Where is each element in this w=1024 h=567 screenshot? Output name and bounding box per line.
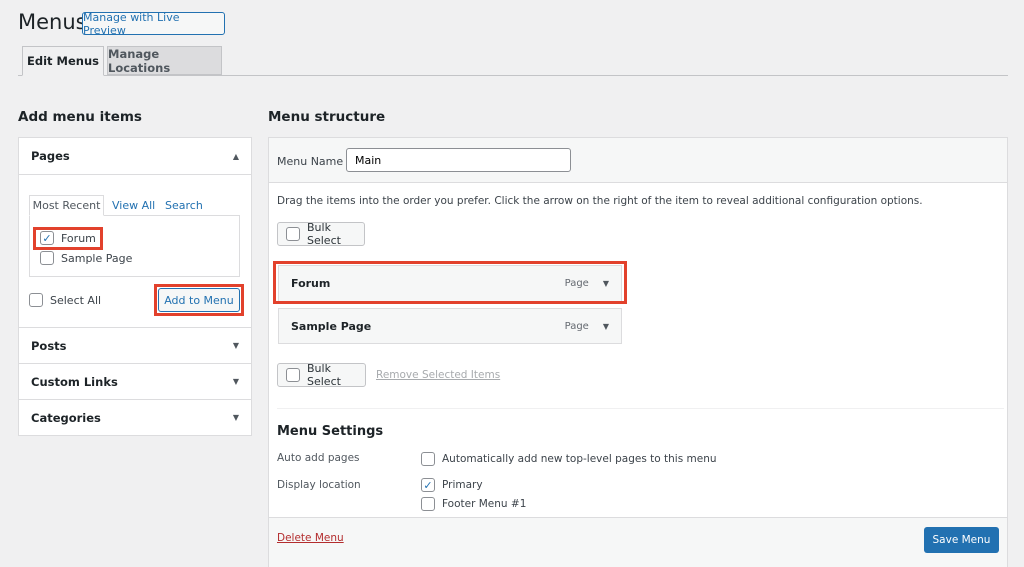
live-preview-button[interactable]: Manage with Live Preview [82, 11, 225, 37]
page-item-label: Sample Page [61, 251, 133, 265]
auto-add-text: Automatically add new top-level pages to… [442, 453, 717, 465]
bulk-select-label: Bulk Select [307, 362, 341, 388]
page-title: Menus [18, 10, 87, 34]
section-label: Custom Links [31, 374, 118, 389]
expand-arrow-icon[interactable]: ▼ [233, 413, 239, 422]
auto-add-option[interactable]: Automatically add new top-level pages to… [421, 452, 717, 466]
page-item-sample-page[interactable]: Sample Page [40, 251, 132, 265]
menu-item-type: Page [564, 320, 589, 332]
checkbox-icon[interactable] [40, 251, 54, 265]
tab-manage-locations[interactable]: Manage Locations [107, 46, 222, 75]
delete-menu-link[interactable]: Delete Menu [277, 532, 344, 544]
location-label: Primary [442, 479, 483, 491]
pages-label: Pages [31, 149, 70, 163]
pages-tab-search[interactable]: Search [165, 199, 203, 212]
remove-selected-link[interactable]: Remove Selected Items [376, 369, 500, 381]
section-label: Categories [31, 410, 101, 425]
menu-item-title: Sample Page [291, 319, 372, 333]
highlight-forum-item [273, 261, 627, 304]
tab-divider [18, 75, 1008, 76]
add-menu-items-heading: Add menu items [18, 109, 142, 125]
menu-name-label: Menu Name [277, 155, 344, 168]
checkbox-checked-icon[interactable]: ✓ [421, 478, 435, 492]
display-location-label: Display location [277, 479, 361, 491]
checkbox-icon[interactable] [421, 452, 435, 466]
item-expand-arrow-icon[interactable]: ▼ [603, 322, 609, 331]
collapse-arrow-icon[interactable]: ▲ [233, 152, 239, 161]
bulk-select-button-bottom[interactable]: Bulk Select [277, 362, 366, 388]
highlight-add-to-menu [154, 284, 244, 316]
pages-section-header[interactable]: Pages ▲ [19, 138, 251, 175]
section-label: Posts [31, 338, 67, 353]
highlight-forum [33, 227, 103, 250]
instructions-text: Drag the items into the order you prefer… [277, 195, 923, 207]
tab-edit-menus[interactable]: Edit Menus [22, 46, 104, 76]
checkbox-icon[interactable] [421, 497, 435, 511]
bulk-select-button-top[interactable]: Bulk Select [277, 221, 365, 247]
pages-tab-most-recent[interactable]: Most Recent [29, 195, 104, 216]
bulk-select-label: Bulk Select [307, 221, 341, 247]
checkbox-icon[interactable] [29, 293, 43, 307]
menu-structure-heading: Menu structure [268, 109, 386, 125]
menu-settings-heading: Menu Settings [277, 424, 384, 439]
menu-footer-bar [269, 517, 1007, 567]
save-menu-button[interactable]: Save Menu [924, 527, 999, 553]
select-all-label: Select All [50, 293, 102, 307]
expand-arrow-icon[interactable]: ▼ [233, 341, 239, 350]
posts-section-header[interactable]: Posts ▼ [19, 327, 251, 363]
categories-section-header[interactable]: Categories ▼ [19, 399, 251, 435]
auto-add-label: Auto add pages [277, 452, 360, 464]
expand-arrow-icon[interactable]: ▼ [233, 377, 239, 386]
menu-item-sample-page[interactable]: Sample Page Page ▼ [278, 308, 622, 344]
select-all[interactable]: Select All [29, 293, 101, 307]
location-label: Footer Menu #1 [442, 498, 527, 510]
pages-tab-view-all[interactable]: View All [112, 199, 155, 212]
location-primary[interactable]: ✓ Primary [421, 478, 483, 492]
checkbox-icon [286, 227, 300, 241]
location-footer-menu-1[interactable]: Footer Menu #1 [421, 497, 526, 511]
custom-links-section-header[interactable]: Custom Links ▼ [19, 363, 251, 399]
menu-name-input[interactable] [346, 148, 571, 172]
checkbox-icon [286, 368, 300, 382]
settings-divider [277, 408, 1004, 409]
